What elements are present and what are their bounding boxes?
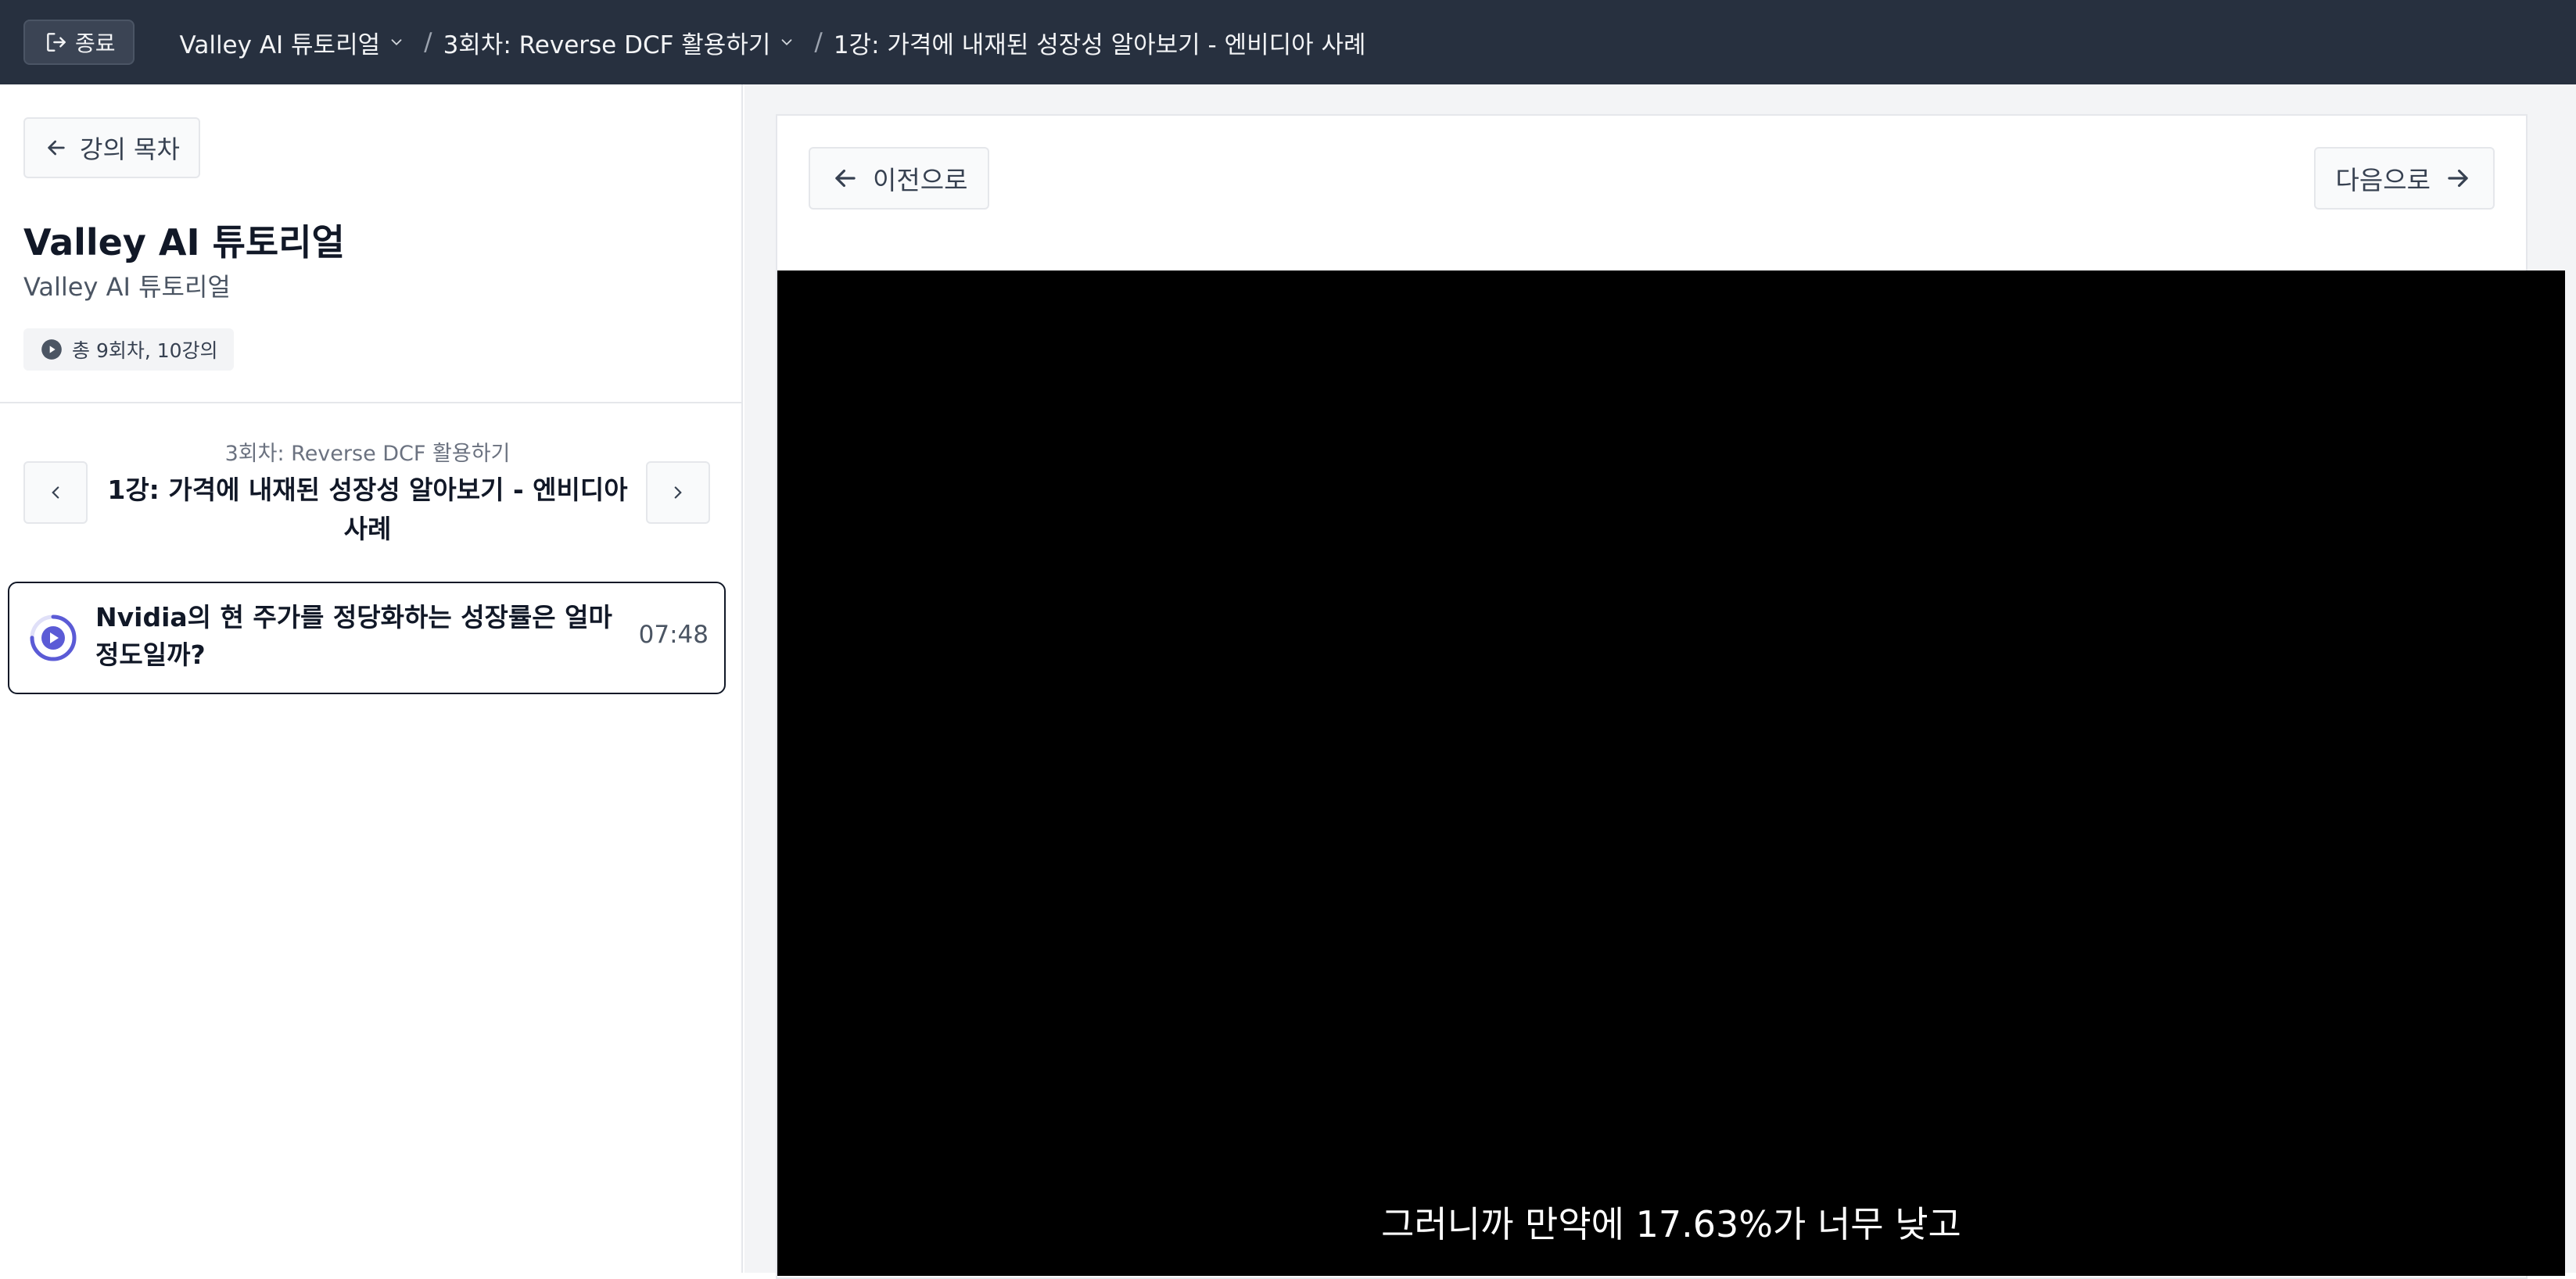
arrow-right-icon [2448,169,2468,188]
chevron-left-icon [52,486,59,499]
chevron-down-icon [391,39,402,46]
arrow-left-icon [835,169,856,188]
breadcrumb-separator: / [814,28,823,56]
next-label: 다음으로 [2335,165,2431,195]
exit-button[interactable]: 종료 [23,20,135,65]
breadcrumb-course[interactable]: Valley AI 튜토리얼 [180,25,406,60]
breadcrumb-course-label: Valley AI 튜토리얼 [179,30,381,59]
arrow-left-icon [48,140,65,156]
top-bar: 종료 Valley AI 튜토리얼 / 3회차: Reverse DCF 활용하… [0,0,2576,84]
lesson-list-item[interactable]: Nvidia의 현 주가를 정당화하는 성장률은 얼마 정도일까? 07:48 [8,582,726,694]
lecture-title: 1강: 가격에 내재된 성장성 알아보기 - 엔비디아 사례 [107,475,628,544]
breadcrumb-lecture-label: 1강: 가격에 내재된 성장성 알아보기 - 엔비디아 사례 [833,30,1366,59]
chevron-right-icon [674,486,682,499]
lesson-duration: 07:48 [638,621,709,649]
breadcrumb-lecture: 1강: 가격에 내재된 성장성 알아보기 - 엔비디아 사례 [834,25,1366,60]
toc-back-button[interactable]: 강의 목차 [23,117,200,178]
lesson-title: Nvidia의 현 주가를 정당화하는 성장률은 얼마 정도일까? [95,602,612,670]
divider [0,402,741,403]
lesson-content-card: 이전으로 다음으로 그러니까 만약에 17.63%가 너무 낮고 [776,114,2565,1279]
next-lecture-button[interactable] [646,461,710,524]
previous-label: 이전으로 [873,165,968,195]
lecture-session-label: 3회차: Reverse DCF 활용하기 [224,442,511,466]
toc-label: 강의 목차 [80,134,180,164]
prev-lecture-button[interactable] [23,461,88,524]
course-subtitle: Valley AI 튜토리얼 [23,272,231,302]
breadcrumb-session-label: 3회차: Reverse DCF 활용하기 [443,30,771,59]
breadcrumb-session[interactable]: 3회차: Reverse DCF 활용하기 [443,25,796,60]
exit-icon [47,33,66,52]
sidebar: 강의 목차 Valley AI 튜토리얼 Valley AI 튜토리얼 총 9회… [0,84,743,1273]
breadcrumb-separator: / [424,28,432,56]
play-circle-icon [41,339,62,360]
next-button[interactable]: 다음으로 [2313,147,2495,210]
course-count-label: 총 9회차, 10강의 [72,339,218,362]
previous-button[interactable]: 이전으로 [809,147,990,210]
chevron-down-icon [781,39,792,46]
course-count-badge: 총 9회차, 10강의 [23,328,234,371]
progress-play-icon [30,614,77,661]
breadcrumb: Valley AI 튜토리얼 / 3회차: Reverse DCF 활용하기 /… [180,25,1366,60]
video-caption: 그러니까 만약에 17.63%가 너무 낮고 [1381,1203,1961,1245]
course-title: Valley AI 튜토리얼 [23,221,345,263]
video-player[interactable]: 그러니까 만약에 17.63%가 너무 낮고 [777,270,2565,1276]
exit-label: 종료 [75,30,116,56]
main-panel: 이전으로 다음으로 그러니까 만약에 17.63%가 너무 낮고 [744,84,2576,1279]
